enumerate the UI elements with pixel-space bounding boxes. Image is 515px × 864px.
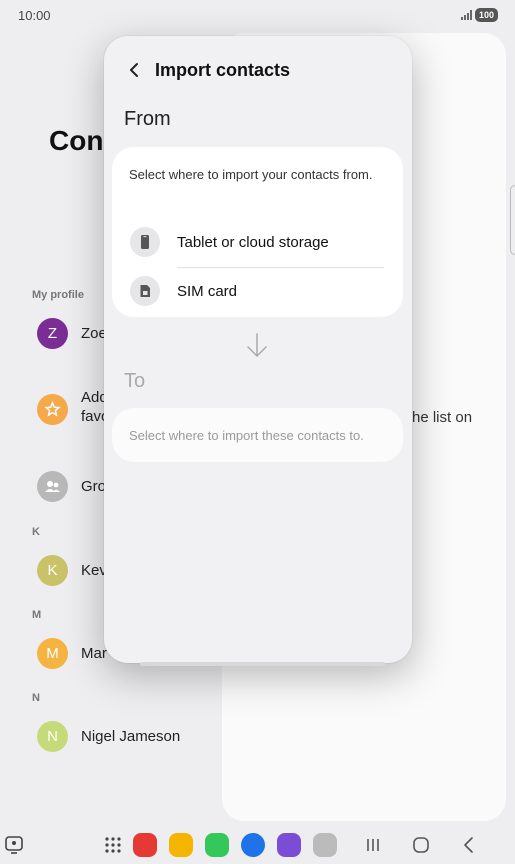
phone-app-icon[interactable] [205,833,229,857]
dialog-title: Import contacts [155,60,291,80]
recents-nav-icon[interactable] [361,833,385,857]
groups-label: Gro [81,478,107,495]
avatar: N [37,721,68,752]
status-time: 10:00 [18,8,51,23]
contact-name: Kev [81,562,107,579]
camera-app-icon[interactable] [313,833,337,857]
battery-indicator: 100 [475,8,498,22]
from-description: Select where to import your contacts fro… [129,167,373,182]
groups-icon [37,471,68,502]
app-drawer-icon[interactable] [101,833,125,857]
avatar: K [37,555,68,586]
contact-name: Zoe [81,325,107,342]
from-card: Select where to import your contacts fro… [112,147,403,317]
section-header: N [32,692,40,704]
signal-icon [461,10,472,20]
messages-app-icon[interactable] [241,833,265,857]
back-icon[interactable] [122,56,148,84]
to-card: Select where to import these contacts to… [112,408,403,462]
star-icon [37,394,68,425]
home-nav-icon[interactable] [409,833,433,857]
option-label: SIM card [177,283,238,300]
avatar: Z [37,318,68,349]
divider [177,267,384,268]
contact-row[interactable]: N Nigel Jameson [37,721,237,753]
recent-task-icon[interactable] [2,833,26,857]
arrow-down-icon [247,333,267,357]
contact-name: Mar [81,645,107,662]
back-nav-icon[interactable] [457,833,481,857]
import-contacts-dialog: Import contacts From Select where to imp… [104,36,412,663]
avatar: M [37,638,68,669]
my-profile-label: My profile [32,289,84,301]
contact-name: Nigel Jameson [81,728,181,745]
option-label: Tablet or cloud storage [177,234,329,251]
sim-card-icon [130,276,160,306]
page-title: Con [49,125,104,156]
detail-hint-text: he list on [412,409,473,426]
from-label: From [124,108,171,130]
tablet-icon [130,227,160,257]
section-header: M [32,609,42,621]
status-bar: 10:00 100 [0,0,515,30]
option-tablet-or-cloud[interactable]: Tablet or cloud storage [112,220,403,266]
to-label: To [124,370,146,392]
to-description: Select where to import these contacts to… [129,428,364,443]
option-sim-card[interactable]: SIM card [112,269,403,315]
section-header: K [32,526,40,538]
dialog-shadow-strip [140,662,385,666]
internet-app-icon[interactable] [277,833,301,857]
files-app-icon[interactable] [169,833,193,857]
taskbar [0,824,515,864]
edge-panel-handle[interactable] [510,185,515,255]
notes-app-icon[interactable] [133,833,157,857]
